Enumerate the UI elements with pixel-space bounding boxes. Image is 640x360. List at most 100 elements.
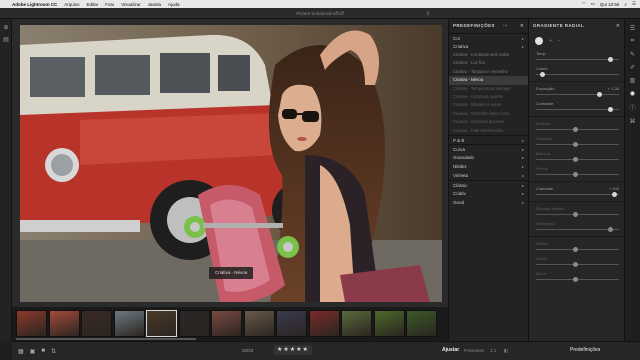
preset-group-mid-0[interactable]: P & B ▸ [449,134,528,144]
slider-knob[interactable] [539,72,545,77]
slider-track[interactable] [536,279,619,280]
menu-ajuda[interactable]: Ajuda [168,2,180,7]
info-icon[interactable]: ⓘ [625,103,640,112]
adjust-slider[interactable]: Nitidez [529,239,624,254]
slider-knob[interactable] [572,127,578,132]
filmstrip-thumb[interactable] [211,310,242,337]
presets-compare-tab[interactable]: Presentes [464,348,484,353]
share-icon[interactable]: ⇪ [426,11,430,17]
slider-knob[interactable] [572,142,578,147]
menu-visualizar[interactable]: Visualizar [121,2,140,7]
adjust-slider[interactable]: Ruído [529,254,624,269]
preset-group-top-0[interactable]: Cor ▸ [449,33,528,42]
presets-tab[interactable]: Predefinições [570,347,600,353]
preset-group-mid-3[interactable]: Nitidez ▸ [449,162,528,171]
radial-gradient-icon[interactable]: ◉ [625,90,640,97]
healing-brush-icon[interactable]: ✎ [625,51,640,58]
filmstrip-thumb[interactable] [406,310,437,337]
preset-item[interactable]: Criativa - Simples é verde [449,101,528,109]
slider-track[interactable] [536,264,619,265]
preset-group-bottom-2[interactable]: Geral ▸ [449,198,528,207]
zoom-ratio-tab[interactable]: 1:1 [490,348,496,353]
filmstrip-thumb[interactable] [308,310,340,337]
menu-app-name[interactable]: Adobe Lightroom CC [12,2,57,7]
filmstrip-thumb[interactable] [81,310,112,337]
preset-item[interactable]: Criativa - Sombras quentes [449,118,528,126]
star-rating[interactable]: ★★★★★ [274,345,312,355]
preset-group-mid-4[interactable]: Vinheta ▸ [449,171,528,180]
adjust-slider[interactable]: Moiré [529,269,624,284]
slider-track[interactable] [536,74,619,75]
adjust-slider[interactable]: Pretos [529,164,624,179]
adjust-slider[interactable]: Exposição + 1,36 [529,84,624,99]
adjust-slider[interactable]: Brancos [529,149,624,164]
wifi-icon[interactable]: ◠ [582,1,586,7]
slider-track[interactable] [536,129,619,130]
preset-item[interactable]: Criativa - Contraste sem salva [449,51,528,59]
close-icon[interactable]: ✕ [616,19,620,33]
preset-item[interactable]: Criativa - Contraste quente [449,93,528,101]
add-photos-icon[interactable]: ⊕ [0,24,12,31]
slider-knob[interactable] [572,172,578,177]
search-icon[interactable]: ⌕ [624,2,627,7]
adjust-button[interactable]: Ajustar [442,347,459,353]
filmstrip-thumb[interactable] [276,310,307,337]
slider-track[interactable] [536,194,619,195]
battery-icon[interactable]: ▭ [591,1,595,7]
adjust-slider[interactable]: Realces [529,119,624,134]
slider-track[interactable] [536,144,619,145]
slider-knob[interactable] [607,57,613,62]
slider-track[interactable] [536,94,619,95]
preset-group-mid-2[interactable]: Granulado ▸ [449,153,528,162]
slider-knob[interactable] [572,262,578,267]
slider-knob[interactable] [607,227,613,232]
menu-arquivo[interactable]: Arquivo [64,2,79,7]
keywords-icon[interactable]: ⌘ [625,118,640,125]
more-icon[interactable]: ⋯ [503,19,508,33]
preset-item[interactable]: Criativa - Luz fria [449,59,528,67]
preset-group-bottom-1[interactable]: Criativ ▸ [449,189,528,198]
menu-list-icon[interactable]: ☰ [632,1,636,7]
close-icon[interactable]: ✕ [520,19,524,33]
filmstrip-thumb[interactable] [16,310,47,337]
library-icon[interactable]: ▤ [0,36,12,43]
preset-group-mid-1[interactable]: Curva ▸ [449,143,528,153]
adjust-slider[interactable]: Sombras [529,134,624,149]
filmstrip-thumb[interactable] [113,310,145,337]
slider-knob[interactable] [597,92,603,97]
slider-knob[interactable] [572,212,578,217]
slider-knob[interactable] [572,157,578,162]
preset-item[interactable]: Criativa - Tonpura e vermelho [449,68,528,76]
preset-item[interactable]: Criativa - Névoa [449,76,528,85]
adjust-slider[interactable]: Colorir [529,64,624,79]
slider-knob[interactable] [572,247,578,252]
brush-add-icon[interactable]: + [549,38,552,44]
filmstrip-thumb[interactable] [373,310,405,337]
brush-erase-icon[interactable]: − [558,38,561,44]
menu-editar[interactable]: Editar [87,2,99,7]
main-photo[interactable] [20,25,442,302]
slider-track[interactable] [536,159,619,160]
slider-track[interactable] [536,229,619,230]
adjust-slider[interactable]: Saturação [529,219,624,234]
crop-icon[interactable]: ⌗ [625,38,640,45]
filmstrip-scrollbar[interactable] [16,338,196,340]
clock[interactable]: Qui 10:56 [600,2,620,7]
grid-view-icon[interactable]: ▦ [18,348,24,355]
slider-knob[interactable] [607,107,613,112]
adjust-slider[interactable]: Temp [529,49,624,64]
adjust-slider[interactable]: Eliminar neblina [529,204,624,219]
slider-track[interactable] [536,109,619,110]
preset-item[interactable]: Criativa - Foto envelhecida [449,127,528,135]
filmstrip-thumb[interactable] [146,310,177,337]
filmstrip-thumb[interactable] [48,310,80,337]
filmstrip-thumb[interactable] [178,310,210,337]
menu-janela[interactable]: Janela [148,2,161,7]
preset-group-top-1[interactable]: Criativa ▸ [449,42,528,51]
single-view-icon[interactable]: ■ [41,348,45,354]
menu-foto[interactable]: Foto [105,2,114,7]
mask-toggle-icon[interactable] [535,37,543,45]
edit-sliders-icon[interactable]: ☰ [625,25,640,32]
filmstrip-thumb[interactable] [243,310,275,337]
filmstrip-thumb[interactable] [341,310,372,337]
